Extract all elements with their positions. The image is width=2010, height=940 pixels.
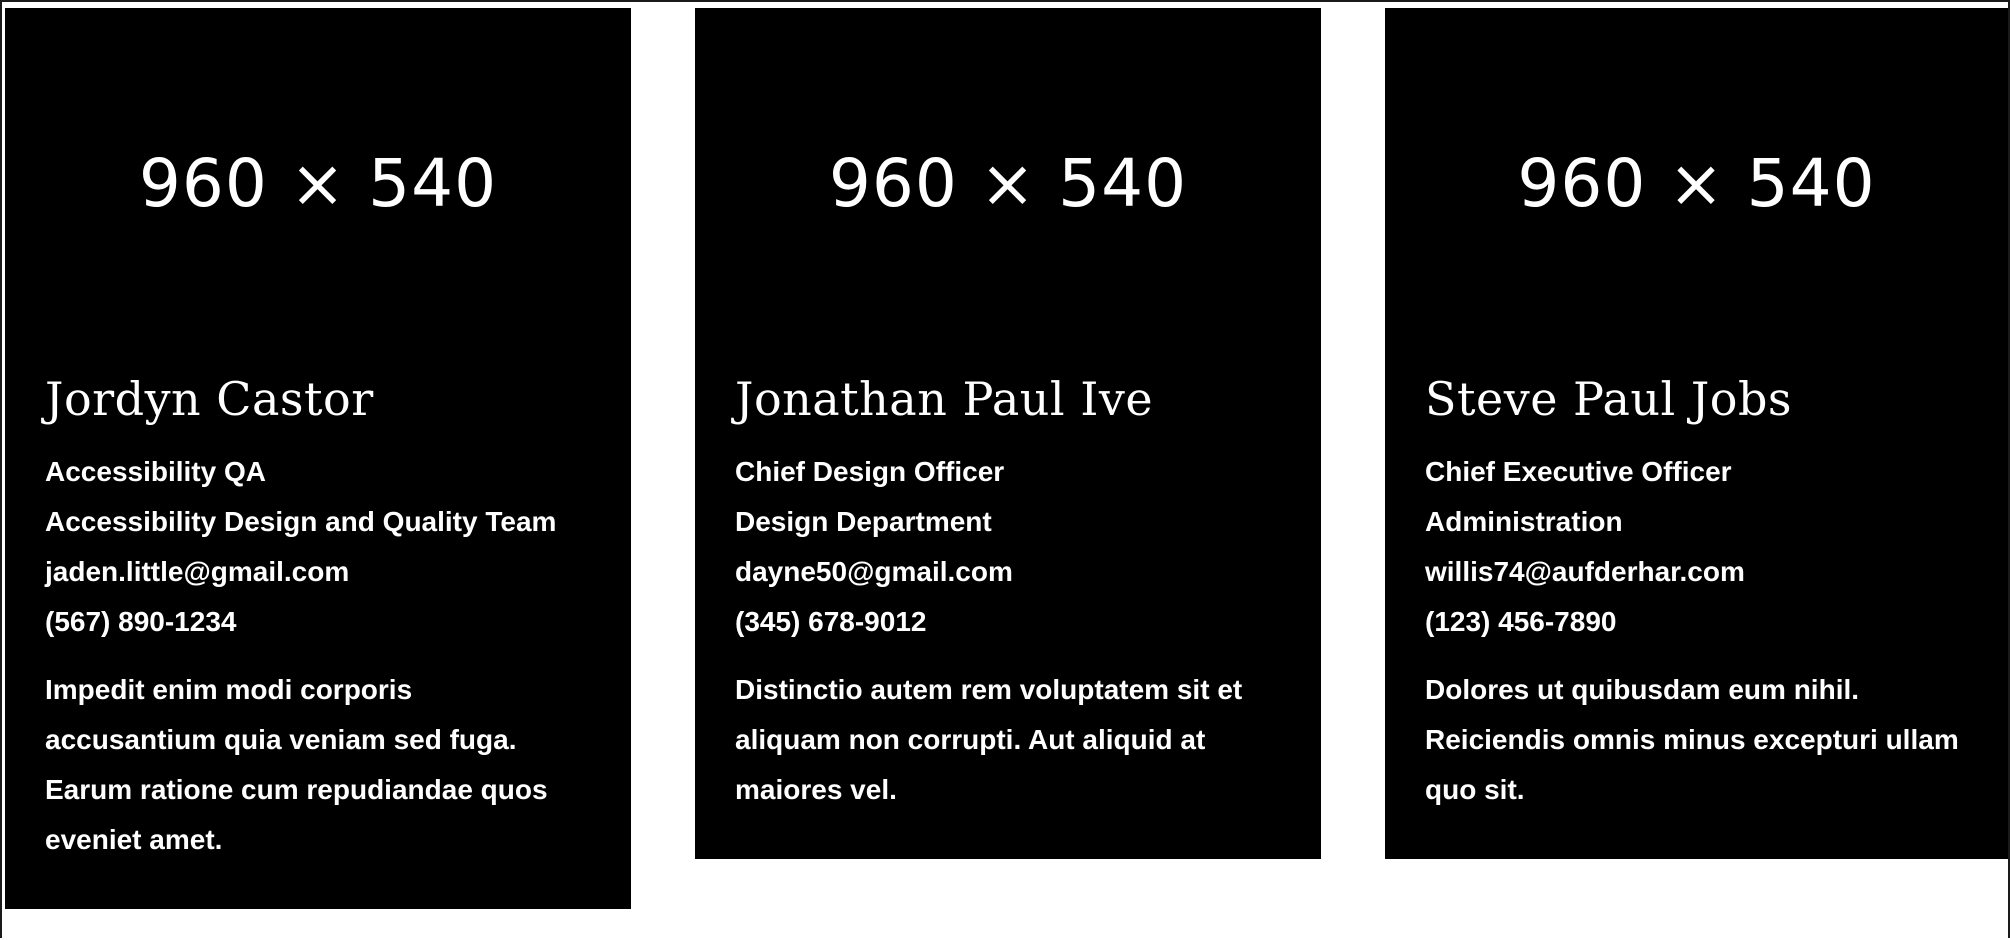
person-details: Chief Design Officer Design Department d… (735, 447, 1281, 647)
card-body: Steve Paul Jobs Chief Executive Officer … (1385, 372, 2008, 815)
card-image-placeholder: 960 × 540 (5, 8, 631, 372)
profile-card: 960 × 540 Steve Paul Jobs Chief Executiv… (1385, 8, 2008, 860)
person-department: Design Department (735, 506, 992, 538)
card-image-placeholder: 960 × 540 (1385, 8, 2008, 372)
person-department: Accessibility Design and Quality Team (45, 506, 557, 538)
card-body: Jordyn Castor Accessibility QA Accessibi… (5, 372, 631, 865)
person-bio: Impedit enim modi corporis accusantium q… (45, 674, 548, 856)
image-placeholder-label: 960 × 540 (138, 145, 498, 222)
person-email: willis74@aufderhar.com (1425, 556, 1745, 588)
person-email: jaden.little@gmail.com (45, 556, 350, 588)
image-placeholder-label: 960 × 540 (1517, 145, 1876, 222)
person-title: Chief Design Officer (735, 456, 1005, 488)
person-phone: (567) 890-1234 (45, 606, 237, 638)
person-details: Accessibility QA Accessibility Design an… (45, 447, 591, 647)
person-bio: Distinctio autem rem voluptatem sit et a… (735, 674, 1243, 806)
person-bio: Dolores ut quibusdam eum nihil. Reiciend… (1425, 674, 1959, 806)
card-body: Jonathan Paul Ive Chief Design Officer D… (695, 372, 1321, 815)
person-email: dayne50@gmail.com (735, 556, 1013, 588)
page-frame: 960 × 540 Jordyn Castor Accessibility QA… (0, 0, 2010, 938)
person-department: Administration (1425, 506, 1623, 538)
person-title: Chief Executive Officer (1425, 456, 1732, 488)
profile-card: 960 × 540 Jordyn Castor Accessibility QA… (5, 8, 631, 910)
person-phone: (123) 456-7890 (1425, 606, 1617, 638)
person-name: Jonathan Paul Ive (735, 372, 1154, 426)
person-details: Chief Executive Officer Administration w… (1425, 447, 1968, 647)
profile-card: 960 × 540 Jonathan Paul Ive Chief Design… (695, 8, 1321, 860)
card-image-placeholder: 960 × 540 (695, 8, 1321, 372)
person-name: Steve Paul Jobs (1425, 372, 1793, 426)
image-placeholder-label: 960 × 540 (828, 145, 1188, 222)
person-phone: (345) 678-9012 (735, 606, 927, 638)
profile-card-list: 960 × 540 Jordyn Castor Accessibility QA… (5, 8, 2008, 910)
person-name: Jordyn Castor (45, 372, 374, 426)
person-title: Accessibility QA (45, 456, 266, 488)
